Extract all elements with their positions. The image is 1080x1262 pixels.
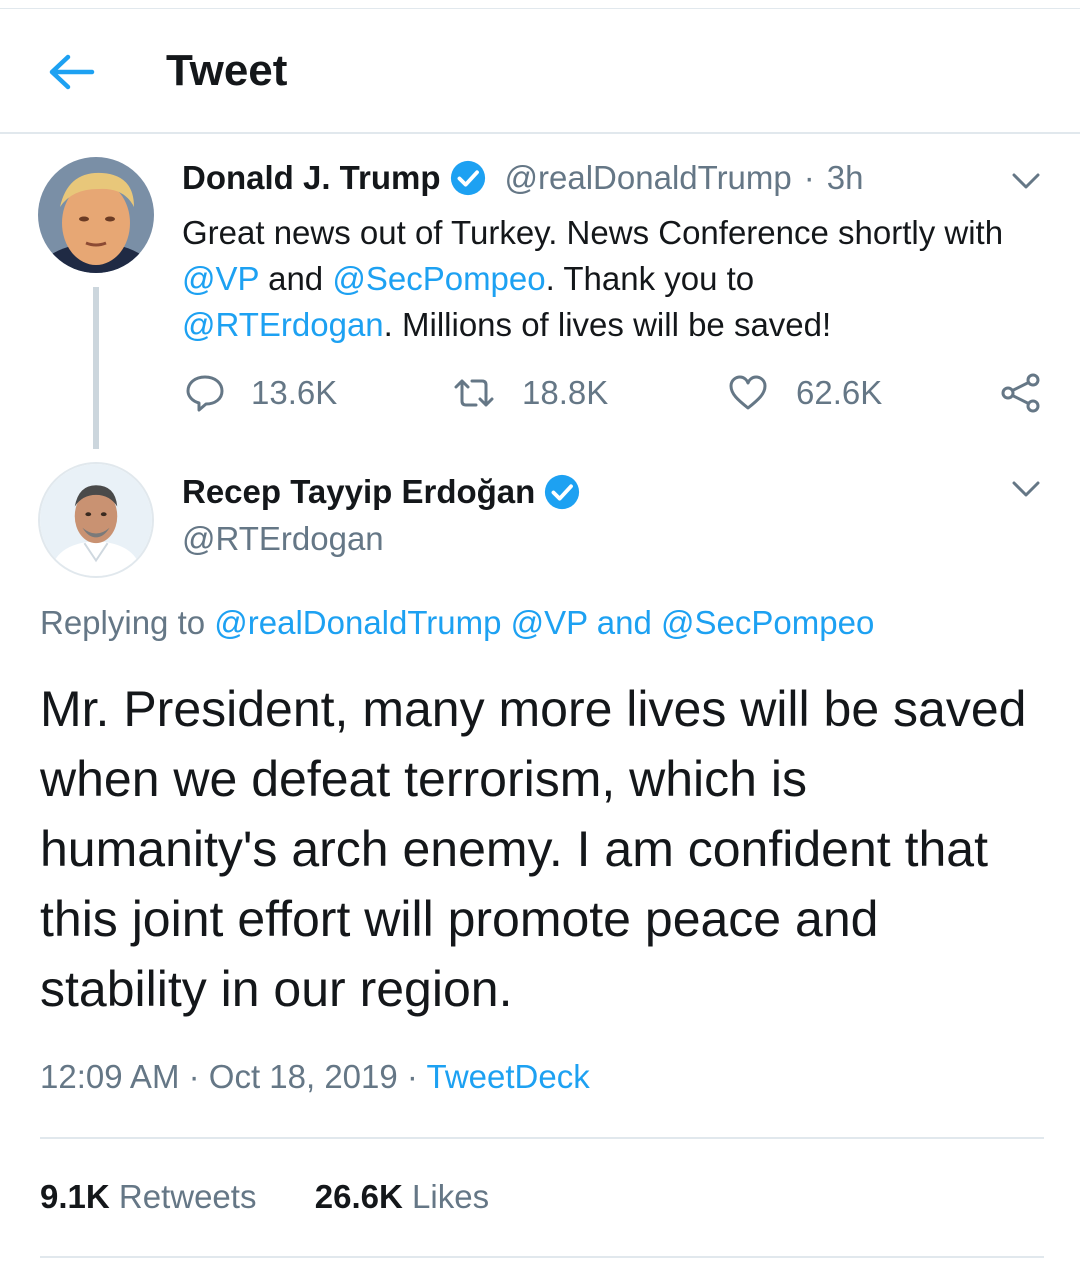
heart-icon (729, 375, 767, 410)
reply-icon (186, 375, 224, 412)
reply-count: 13.6K (251, 374, 338, 411)
divider (40, 1137, 1044, 1139)
main-tweet-text: Mr. President, many more lives will be s… (40, 681, 1027, 1017)
main-tweet-header: Recep Tayyip Erdoğan (182, 473, 581, 511)
tweet-time: 12:09 AM (40, 1058, 180, 1095)
mention-link[interactable]: @SecPompeo (661, 604, 874, 641)
reply-button[interactable]: 13.6K (185, 370, 337, 416)
chevron-down-icon[interactable] (1010, 170, 1042, 192)
likes-stat[interactable]: 26.6K Likes (315, 1178, 489, 1215)
mention-link[interactable]: @VP (511, 604, 588, 641)
replying-to: Replying to @realDonaldTrump @VP and @Se… (40, 604, 875, 641)
avatar[interactable] (38, 157, 154, 273)
verified-badge-icon (545, 474, 580, 510)
mention-link[interactable]: @SecPompeo (332, 260, 545, 297)
avatar[interactable] (38, 462, 154, 578)
author-name[interactable]: Recep Tayyip Erdoğan (182, 473, 535, 511)
page-title: Tweet (166, 46, 288, 95)
tweet-date: Oct 18, 2019 (208, 1058, 398, 1095)
share-icon (1001, 373, 1040, 413)
retweet-button[interactable]: 18.8K (452, 370, 608, 416)
parent-tweet-header: Donald J. Trump @realDonaldTrump · 3h (182, 159, 863, 197)
retweets-stat[interactable]: 9.1K Retweets (40, 1178, 256, 1215)
mention-link[interactable]: @VP (182, 260, 259, 297)
verified-badge-icon (450, 160, 485, 196)
like-count: 62.6K (796, 374, 883, 411)
top-bar: Tweet (0, 10, 1080, 134)
share-button[interactable] (1000, 370, 1042, 416)
separator-dot: · (803, 159, 815, 196)
retweet-count: 18.8K (522, 374, 609, 411)
engagement-stats: 9.1K Retweets 26.6K Likes (40, 1178, 489, 1216)
source-link[interactable]: TweetDeck (427, 1058, 590, 1095)
chevron-down-icon[interactable] (1010, 478, 1042, 500)
back-button[interactable] (46, 50, 100, 94)
author-handle[interactable]: @RTErdogan (182, 520, 384, 558)
like-button[interactable]: 62.6K (728, 370, 882, 416)
mention-link[interactable]: @realDonaldTrump (214, 604, 501, 641)
tweet-meta: 12:09 AM · Oct 18, 2019 · TweetDeck (40, 1058, 590, 1095)
status-divider (0, 8, 1080, 9)
retweet-icon (454, 379, 494, 407)
parent-tweet-text: Great news out of Turkey. News Conferenc… (182, 214, 1004, 343)
back-arrow-icon (49, 54, 95, 90)
divider (40, 1256, 1044, 1258)
tweet-actions: 13.6K 18.8K 62.6K (180, 370, 1050, 416)
mention-link[interactable]: @RTErdogan (182, 306, 384, 343)
thread-connector (93, 287, 99, 449)
author-handle[interactable]: @realDonaldTrump (505, 159, 792, 197)
tweet-time[interactable]: 3h (827, 159, 864, 197)
author-name[interactable]: Donald J. Trump (182, 159, 441, 197)
